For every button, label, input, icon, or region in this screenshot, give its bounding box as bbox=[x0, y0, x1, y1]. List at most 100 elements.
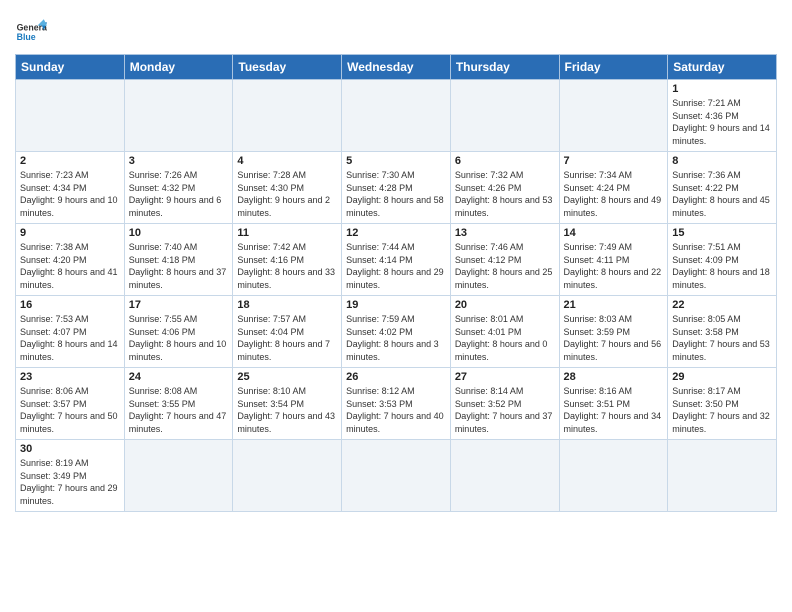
day-cell: 1 Sunrise: 7:21 AMSunset: 4:36 PMDaylight… bbox=[668, 80, 777, 152]
day-cell bbox=[124, 80, 233, 152]
day-number: 27 bbox=[455, 371, 555, 383]
day-cell: 17 Sunrise: 7:55 AMSunset: 4:06 PMDayligh… bbox=[124, 296, 233, 368]
day-info: Sunrise: 8:06 AMSunset: 3:57 PMDaylight:… bbox=[20, 385, 120, 435]
day-cell: 23 Sunrise: 8:06 AMSunset: 3:57 PMDayligh… bbox=[16, 368, 125, 440]
day-info: Sunrise: 8:19 AMSunset: 3:49 PMDaylight:… bbox=[20, 457, 120, 507]
day-cell: 11Sunrise: 7:42 AMSunset: 4:16 PMDayligh… bbox=[233, 224, 342, 296]
day-cell: 14Sunrise: 7:49 AMSunset: 4:11 PMDayligh… bbox=[559, 224, 668, 296]
day-number: 19 bbox=[346, 299, 446, 311]
logo: General Blue bbox=[15, 16, 47, 48]
day-info: Sunrise: 7:53 AMSunset: 4:07 PMDaylight:… bbox=[20, 313, 120, 363]
day-number: 29 bbox=[672, 371, 772, 383]
day-cell: 10Sunrise: 7:40 AMSunset: 4:18 PMDayligh… bbox=[124, 224, 233, 296]
weekday-header-monday: Monday bbox=[124, 55, 233, 80]
day-number: 11 bbox=[237, 227, 337, 239]
day-cell: 20 Sunrise: 8:01 AMSunset: 4:01 PMDayligh… bbox=[450, 296, 559, 368]
day-number: 28 bbox=[564, 371, 664, 383]
day-cell: 8 Sunrise: 7:36 AMSunset: 4:22 PMDaylight… bbox=[668, 152, 777, 224]
day-cell bbox=[559, 440, 668, 512]
week-row-4: 16 Sunrise: 7:53 AMSunset: 4:07 PMDayligh… bbox=[16, 296, 777, 368]
day-info: Sunrise: 7:55 AMSunset: 4:06 PMDaylight:… bbox=[129, 313, 229, 363]
day-info: Sunrise: 8:01 AMSunset: 4:01 PMDaylight:… bbox=[455, 313, 555, 363]
day-cell: 24 Sunrise: 8:08 AMSunset: 3:55 PMDayligh… bbox=[124, 368, 233, 440]
day-number: 23 bbox=[20, 371, 120, 383]
day-cell: 7 Sunrise: 7:34 AMSunset: 4:24 PMDaylight… bbox=[559, 152, 668, 224]
day-number: 25 bbox=[237, 371, 337, 383]
day-cell: 25 Sunrise: 8:10 AMSunset: 3:54 PMDayligh… bbox=[233, 368, 342, 440]
day-cell bbox=[450, 80, 559, 152]
week-row-6: 30 Sunrise: 8:19 AMSunset: 3:49 PMDayligh… bbox=[16, 440, 777, 512]
day-number: 4 bbox=[237, 155, 337, 167]
day-cell bbox=[233, 80, 342, 152]
day-number: 22 bbox=[672, 299, 772, 311]
day-number: 14 bbox=[564, 227, 664, 239]
day-cell: 30 Sunrise: 8:19 AMSunset: 3:49 PMDayligh… bbox=[16, 440, 125, 512]
day-cell: 28 Sunrise: 8:16 AMSunset: 3:51 PMDayligh… bbox=[559, 368, 668, 440]
calendar-body: 1 Sunrise: 7:21 AMSunset: 4:36 PMDaylight… bbox=[16, 80, 777, 512]
day-info: Sunrise: 7:28 AMSunset: 4:30 PMDaylight:… bbox=[237, 169, 337, 219]
day-cell: 6Sunrise: 7:32 AMSunset: 4:26 PMDaylight… bbox=[450, 152, 559, 224]
day-info: Sunrise: 8:17 AMSunset: 3:50 PMDaylight:… bbox=[672, 385, 772, 435]
day-info: Sunrise: 8:05 AMSunset: 3:58 PMDaylight:… bbox=[672, 313, 772, 363]
day-info: Sunrise: 7:34 AMSunset: 4:24 PMDaylight:… bbox=[564, 169, 664, 219]
weekday-header-wednesday: Wednesday bbox=[342, 55, 451, 80]
day-number: 1 bbox=[672, 83, 772, 95]
day-number: 30 bbox=[20, 443, 120, 455]
day-number: 8 bbox=[672, 155, 772, 167]
day-info: Sunrise: 8:12 AMSunset: 3:53 PMDaylight:… bbox=[346, 385, 446, 435]
weekday-header-friday: Friday bbox=[559, 55, 668, 80]
day-cell: 15 Sunrise: 7:51 AMSunset: 4:09 PMDayligh… bbox=[668, 224, 777, 296]
day-cell bbox=[233, 440, 342, 512]
day-number: 24 bbox=[129, 371, 229, 383]
svg-text:Blue: Blue bbox=[17, 32, 36, 42]
day-number: 16 bbox=[20, 299, 120, 311]
day-info: Sunrise: 7:36 AMSunset: 4:22 PMDaylight:… bbox=[672, 169, 772, 219]
day-number: 3 bbox=[129, 155, 229, 167]
day-info: Sunrise: 8:08 AMSunset: 3:55 PMDaylight:… bbox=[129, 385, 229, 435]
day-number: 20 bbox=[455, 299, 555, 311]
day-number: 18 bbox=[237, 299, 337, 311]
weekday-header-sunday: Sunday bbox=[16, 55, 125, 80]
day-cell: 29 Sunrise: 8:17 AMSunset: 3:50 PMDayligh… bbox=[668, 368, 777, 440]
day-number: 15 bbox=[672, 227, 772, 239]
day-info: Sunrise: 7:46 AMSunset: 4:12 PMDaylight:… bbox=[455, 241, 555, 291]
day-info: Sunrise: 7:21 AMSunset: 4:36 PMDaylight:… bbox=[672, 97, 772, 147]
day-info: Sunrise: 7:51 AMSunset: 4:09 PMDaylight:… bbox=[672, 241, 772, 291]
day-cell bbox=[668, 440, 777, 512]
day-number: 12 bbox=[346, 227, 446, 239]
weekday-header-tuesday: Tuesday bbox=[233, 55, 342, 80]
day-number: 17 bbox=[129, 299, 229, 311]
day-number: 5 bbox=[346, 155, 446, 167]
day-number: 7 bbox=[564, 155, 664, 167]
day-number: 26 bbox=[346, 371, 446, 383]
day-info: Sunrise: 8:10 AMSunset: 3:54 PMDaylight:… bbox=[237, 385, 337, 435]
day-cell: 27 Sunrise: 8:14 AMSunset: 3:52 PMDayligh… bbox=[450, 368, 559, 440]
day-info: Sunrise: 7:26 AMSunset: 4:32 PMDaylight:… bbox=[129, 169, 229, 219]
day-cell bbox=[342, 440, 451, 512]
day-info: Sunrise: 7:30 AMSunset: 4:28 PMDaylight:… bbox=[346, 169, 446, 219]
day-cell bbox=[342, 80, 451, 152]
weekday-header-thursday: Thursday bbox=[450, 55, 559, 80]
day-info: Sunrise: 8:16 AMSunset: 3:51 PMDaylight:… bbox=[564, 385, 664, 435]
day-cell bbox=[450, 440, 559, 512]
day-info: Sunrise: 8:14 AMSunset: 3:52 PMDaylight:… bbox=[455, 385, 555, 435]
day-cell: 21Sunrise: 8:03 AMSunset: 3:59 PMDayligh… bbox=[559, 296, 668, 368]
day-cell: 19Sunrise: 7:59 AMSunset: 4:02 PMDayligh… bbox=[342, 296, 451, 368]
calendar-table: SundayMondayTuesdayWednesdayThursdayFrid… bbox=[15, 54, 777, 512]
calendar-page: General Blue SundayMondayTuesdayWednesda… bbox=[0, 0, 792, 612]
day-cell: 18Sunrise: 7:57 AMSunset: 4:04 PMDayligh… bbox=[233, 296, 342, 368]
calendar-header: SundayMondayTuesdayWednesdayThursdayFrid… bbox=[16, 55, 777, 80]
week-row-1: 1 Sunrise: 7:21 AMSunset: 4:36 PMDaylight… bbox=[16, 80, 777, 152]
day-number: 9 bbox=[20, 227, 120, 239]
week-row-5: 23 Sunrise: 8:06 AMSunset: 3:57 PMDayligh… bbox=[16, 368, 777, 440]
day-info: Sunrise: 7:40 AMSunset: 4:18 PMDaylight:… bbox=[129, 241, 229, 291]
day-cell: 9Sunrise: 7:38 AMSunset: 4:20 PMDaylight… bbox=[16, 224, 125, 296]
weekday-row: SundayMondayTuesdayWednesdayThursdayFrid… bbox=[16, 55, 777, 80]
day-cell bbox=[559, 80, 668, 152]
day-number: 2 bbox=[20, 155, 120, 167]
day-cell: 22 Sunrise: 8:05 AMSunset: 3:58 PMDayligh… bbox=[668, 296, 777, 368]
day-cell bbox=[16, 80, 125, 152]
day-cell bbox=[124, 440, 233, 512]
week-row-2: 2 Sunrise: 7:23 AMSunset: 4:34 PMDaylight… bbox=[16, 152, 777, 224]
day-info: Sunrise: 7:23 AMSunset: 4:34 PMDaylight:… bbox=[20, 169, 120, 219]
